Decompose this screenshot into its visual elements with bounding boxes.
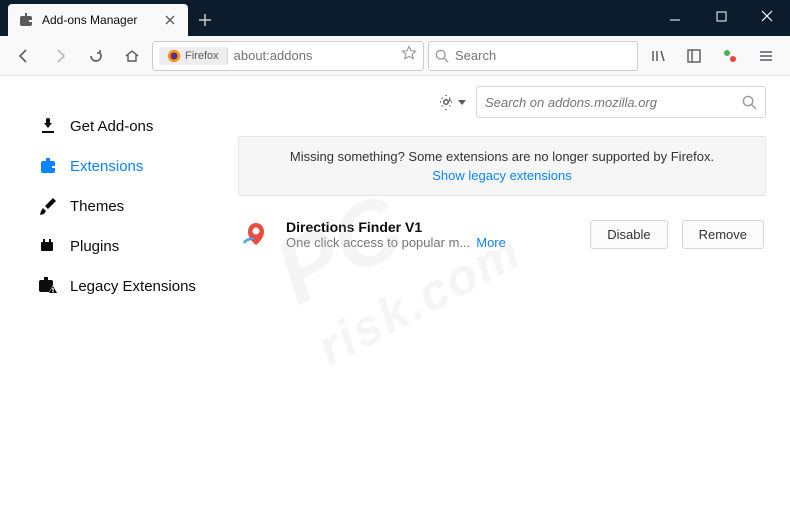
sidebar-item-get-addons[interactable]: Get Add-ons: [38, 106, 238, 146]
bookmark-star-icon[interactable]: [401, 45, 417, 66]
remove-button[interactable]: Remove: [682, 220, 764, 249]
plugin-icon: [38, 236, 58, 256]
library-button[interactable]: [642, 40, 674, 72]
search-input[interactable]: [455, 48, 631, 63]
tools-gear-button[interactable]: [438, 88, 466, 116]
addon-search-bar[interactable]: [476, 86, 766, 118]
sidebar-item-label: Legacy Extensions: [70, 278, 196, 295]
identity-chip: Firefox: [159, 47, 228, 65]
legacy-notice: Missing something? Some extensions are n…: [238, 136, 766, 196]
search-icon: [435, 49, 449, 63]
sidebar-item-label: Plugins: [70, 238, 119, 255]
sidebar-item-label: Extensions: [70, 158, 143, 175]
addon-name: Directions Finder V1: [286, 219, 576, 235]
puzzle-icon: [38, 156, 58, 176]
download-icon: [38, 116, 58, 136]
addon-row[interactable]: Directions Finder V1 One click access to…: [238, 214, 766, 254]
sidebar-button[interactable]: [678, 40, 710, 72]
tab-close-icon[interactable]: [162, 12, 178, 28]
url-bar[interactable]: Firefox about:addons: [152, 41, 424, 71]
addon-description: One click access to popular m...: [286, 235, 470, 250]
content-area: Get Add-ons Extensions Themes Plugins Le…: [0, 76, 790, 476]
url-text: about:addons: [234, 48, 395, 63]
addon-more-link[interactable]: More: [476, 235, 506, 250]
search-bar[interactable]: [428, 41, 638, 71]
main-panel: Missing something? Some extensions are n…: [238, 76, 790, 476]
sidebar-item-label: Themes: [70, 198, 124, 215]
toolbar: Firefox about:addons: [0, 36, 790, 76]
dropdown-caret-icon: [458, 98, 466, 106]
window-minimize-button[interactable]: [652, 0, 698, 32]
disable-button[interactable]: Disable: [590, 220, 667, 249]
back-button[interactable]: [8, 40, 40, 72]
addon-tab-icon: [18, 12, 34, 28]
addon-search-input[interactable]: [485, 95, 742, 110]
addon-icon: [240, 218, 272, 250]
window-close-button[interactable]: [744, 0, 790, 32]
notice-text: Missing something? Some extensions are n…: [290, 149, 714, 164]
extension-button[interactable]: [714, 40, 746, 72]
forward-button[interactable]: [44, 40, 76, 72]
firefox-icon: [167, 49, 181, 63]
sidebar-item-plugins[interactable]: Plugins: [38, 226, 238, 266]
identity-chip-label: Firefox: [185, 50, 219, 62]
show-legacy-link[interactable]: Show legacy extensions: [255, 168, 749, 183]
tab-title: Add-ons Manager: [42, 13, 154, 27]
reload-button[interactable]: [80, 40, 112, 72]
app-menu-button[interactable]: [750, 40, 782, 72]
browser-tab[interactable]: Add-ons Manager: [8, 4, 188, 36]
brush-icon: [38, 196, 58, 216]
new-tab-button[interactable]: [188, 4, 222, 36]
sidebar-item-label: Get Add-ons: [70, 118, 153, 135]
sidebar-item-extensions[interactable]: Extensions: [38, 146, 238, 186]
search-icon: [742, 95, 757, 110]
sidebar: Get Add-ons Extensions Themes Plugins Le…: [0, 76, 238, 476]
sidebar-item-themes[interactable]: Themes: [38, 186, 238, 226]
legacy-icon: [38, 276, 58, 296]
home-button[interactable]: [116, 40, 148, 72]
sidebar-item-legacy[interactable]: Legacy Extensions: [38, 266, 238, 306]
window-maximize-button[interactable]: [698, 0, 744, 32]
